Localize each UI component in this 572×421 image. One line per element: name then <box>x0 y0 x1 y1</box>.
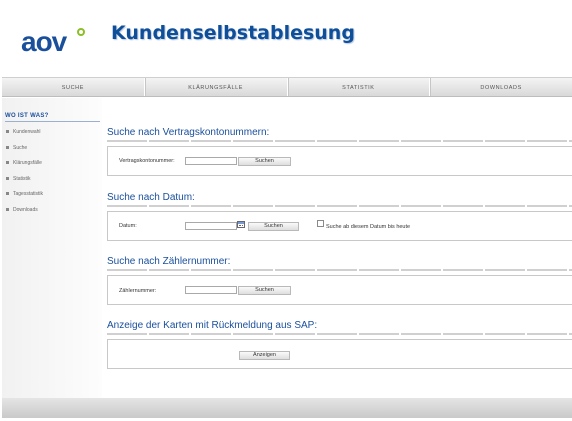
aov-logo[interactable]: aov <box>21 26 67 58</box>
datum-label: Datum: <box>119 223 137 229</box>
section-title-datum: Suche nach Datum: <box>107 192 195 203</box>
section-title-vertrag: Suche nach Vertragskontonummern: <box>107 127 270 138</box>
zaehlernummer-label: Zählernummer: <box>119 288 157 294</box>
bullet-icon <box>6 192 9 196</box>
datum-search-button[interactable]: Suchen <box>248 222 299 231</box>
sidebar-item-suche[interactable]: Suche <box>6 145 43 161</box>
sidebar-item-kundenwahl[interactable]: Kundenwahl <box>6 129 43 145</box>
datum-input[interactable] <box>185 222 237 230</box>
bullet-icon <box>6 207 9 211</box>
bullet-icon <box>6 176 9 180</box>
nav-item-klaerungsfaelle[interactable]: KLÄRUNGSFÄLLE <box>145 78 288 96</box>
vertragskontonummer-input[interactable] <box>185 157 237 165</box>
section-title-zaehler: Suche nach Zählernummer: <box>107 256 231 267</box>
main-nav: SUCHE KLÄRUNGSFÄLLE STATISTIK DOWNLOADS <box>2 77 572 97</box>
panel-vertrag: Vertragskontonummer: Suchen <box>107 146 572 176</box>
page-title: Kundenselbstablesung <box>111 22 355 44</box>
header: aov Kundenselbstablesung <box>0 0 572 76</box>
panel-datum: Datum: Suchen Suche ab diesem Datum bis … <box>107 211 572 241</box>
vertragskontonummer-label: Vertragskontonummer: <box>119 158 175 164</box>
sidebar-item-label: Suche <box>13 144 28 151</box>
sidebar-item-label: Statistik <box>13 175 31 182</box>
main-content: Suche nach Vertragskontonummern: Vertrag… <box>107 98 572 398</box>
date-range-checkbox-label: Suche ab diesem Datum bis heute <box>326 224 411 230</box>
bullet-icon <box>6 130 9 134</box>
nav-item-suche[interactable]: SUCHE <box>2 78 145 96</box>
nav-item-downloads[interactable]: DOWNLOADS <box>430 78 572 96</box>
section-title-karten: Anzeige der Karten mit Rückmeldung aus S… <box>107 320 318 331</box>
bullet-icon <box>6 161 9 165</box>
sidebar: WO IST WAS? Kundenwahl Suche Klärungsfäl… <box>2 98 102 398</box>
bullet-icon <box>6 145 9 149</box>
zaehler-search-button[interactable]: Suchen <box>238 286 291 295</box>
sidebar-item-downloads[interactable]: Downloads <box>6 207 43 223</box>
sidebar-item-label: Downloads <box>13 206 38 213</box>
panel-karten: Anzeigen <box>107 339 572 369</box>
section-divider <box>107 333 572 335</box>
panel-zaehler: Zählernummer: Suchen <box>107 275 572 305</box>
sidebar-item-klaerungsfaelle[interactable]: Klärungsfälle <box>6 160 43 176</box>
section-divider <box>107 205 572 207</box>
anzeigen-button[interactable]: Anzeigen <box>239 351 290 360</box>
nav-item-statistik[interactable]: STATISTIK <box>288 78 431 96</box>
sidebar-list: Kundenwahl Suche Klärungsfälle Statistik… <box>6 129 43 222</box>
logo-dot-icon <box>77 28 85 36</box>
footer-bar <box>2 398 572 418</box>
zaehlernummer-input[interactable] <box>185 286 237 294</box>
section-divider <box>107 269 572 271</box>
sidebar-item-statistik[interactable]: Statistik <box>6 176 43 192</box>
vertrag-search-button[interactable]: Suchen <box>238 157 291 166</box>
section-divider <box>107 140 572 142</box>
sidebar-item-label: Klärungsfälle <box>13 160 42 166</box>
sidebar-item-tagesstatistik[interactable]: Tagesstatistik <box>6 191 43 207</box>
sidebar-heading: WO IST WAS? <box>5 113 49 119</box>
sidebar-item-label: Tagesstatistik <box>13 191 44 197</box>
sidebar-item-label: Kundenwahl <box>13 129 41 135</box>
calendar-icon[interactable] <box>237 221 245 228</box>
sidebar-divider <box>5 121 100 122</box>
date-range-checkbox[interactable] <box>317 220 324 227</box>
